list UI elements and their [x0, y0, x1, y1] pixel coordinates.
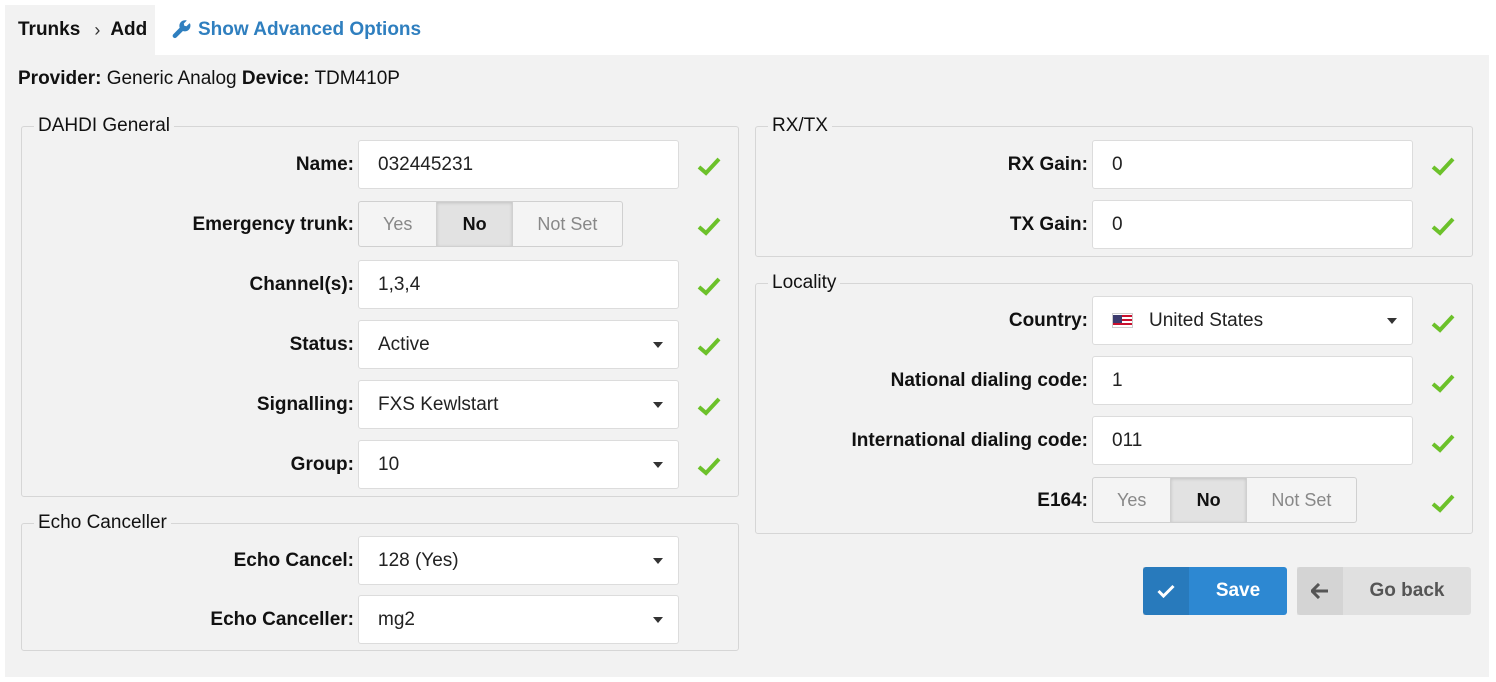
echo-cancel-label: Echo Cancel: [233, 550, 354, 571]
group-select[interactable]: 10 [358, 440, 679, 489]
locality-legend: Locality [772, 272, 837, 293]
checkmark-icon [1143, 567, 1189, 615]
valid-check-icon [697, 157, 721, 176]
group-label: Group: [290, 454, 354, 475]
national-dialing-code-label: National dialing code: [890, 370, 1088, 391]
signalling-select[interactable]: FXS Kewlstart [358, 380, 679, 429]
status-value: Active [378, 333, 430, 355]
signalling-value: FXS Kewlstart [378, 393, 499, 415]
valid-check-icon [1431, 434, 1455, 453]
wrench-icon [172, 20, 191, 39]
valid-check-icon [1431, 157, 1455, 176]
provider-value: Generic Analog [106, 68, 237, 89]
breadcrumb: Trunks › Add [5, 5, 155, 55]
breadcrumb-trunks[interactable]: Trunks [18, 19, 80, 41]
status-label: Status: [289, 334, 354, 355]
national-dialing-code-input[interactable]: 1 [1092, 356, 1413, 405]
e164-label: E164: [1037, 490, 1088, 511]
go-back-button[interactable]: Go back [1297, 567, 1471, 615]
rx-gain-input[interactable]: 0 [1092, 140, 1413, 189]
go-back-button-label: Go back [1369, 580, 1445, 601]
e164-no-option[interactable]: No [1171, 478, 1247, 522]
emergency-yes-option[interactable]: Yes [359, 202, 438, 246]
signalling-label: Signalling: [256, 394, 354, 415]
show-advanced-options-label: Show Advanced Options [198, 19, 422, 40]
valid-check-icon [697, 397, 721, 416]
device-label: Device: [241, 68, 310, 89]
e164-notset-option[interactable]: Not Set [1247, 478, 1356, 522]
breadcrumb-add: Add [110, 19, 148, 40]
name-label: Name: [295, 154, 354, 175]
caret-down-icon [653, 558, 663, 564]
country-label: Country: [1008, 310, 1088, 331]
status-select[interactable]: Active [358, 320, 679, 369]
valid-check-icon [1431, 494, 1455, 513]
echo-cancel-value: 128 (Yes) [378, 549, 459, 571]
international-dialing-code-input[interactable]: 011 [1092, 416, 1413, 465]
e164-toggle: Yes No Not Set [1092, 477, 1357, 523]
echo-canceller-label: Echo Canceller: [210, 609, 354, 630]
caret-down-icon [653, 462, 663, 468]
breadcrumb-separator: › [94, 19, 101, 40]
arrow-left-icon [1297, 567, 1343, 615]
international-dialing-code-label: International dialing code: [851, 430, 1088, 451]
emergency-trunk-toggle: Yes No Not Set [358, 201, 623, 247]
echo-canceller-legend: Echo Canceller [38, 512, 167, 533]
emergency-trunk-label: Emergency trunk: [192, 214, 354, 235]
rx-gain-label: RX Gain: [1007, 154, 1088, 175]
caret-down-icon [1387, 318, 1397, 324]
save-button[interactable]: Save [1143, 567, 1287, 615]
valid-check-icon [697, 217, 721, 236]
caret-down-icon [653, 402, 663, 408]
channels-label: Channel(s): [249, 274, 355, 295]
caret-down-icon [653, 342, 663, 348]
valid-check-icon [697, 337, 721, 356]
device-value: TDM410P [314, 68, 400, 89]
tx-gain-input[interactable]: 0 [1092, 200, 1413, 249]
caret-down-icon [653, 617, 663, 623]
valid-check-icon [1431, 217, 1455, 236]
valid-check-icon [1431, 374, 1455, 393]
show-advanced-options-link[interactable]: Show Advanced Options [172, 5, 421, 55]
country-value: United States [1149, 309, 1264, 331]
rx-tx-legend: RX/TX [772, 115, 828, 136]
emergency-notset-option[interactable]: Not Set [513, 202, 622, 246]
provider-label: Provider: [18, 68, 102, 89]
echo-cancel-select[interactable]: 128 (Yes) [358, 536, 679, 585]
echo-canceller-value: mg2 [378, 608, 415, 630]
valid-check-icon [697, 277, 721, 296]
e164-yes-option[interactable]: Yes [1093, 478, 1172, 522]
dahdi-general-legend: DAHDI General [38, 115, 170, 136]
valid-check-icon [1431, 314, 1455, 333]
channels-input[interactable]: 1,3,4 [358, 260, 679, 309]
save-button-label: Save [1215, 580, 1261, 601]
provider-info: Provider: Generic Analog Device: TDM410P [18, 68, 400, 90]
echo-canceller-select[interactable]: mg2 [358, 595, 679, 644]
tx-gain-label: TX Gain: [1009, 214, 1088, 235]
valid-check-icon [697, 457, 721, 476]
country-select[interactable]: United States [1092, 296, 1413, 345]
name-input[interactable]: 032445231 [358, 140, 679, 189]
emergency-no-option[interactable]: No [437, 202, 513, 246]
us-flag-icon [1112, 313, 1133, 328]
group-value: 10 [378, 453, 400, 475]
